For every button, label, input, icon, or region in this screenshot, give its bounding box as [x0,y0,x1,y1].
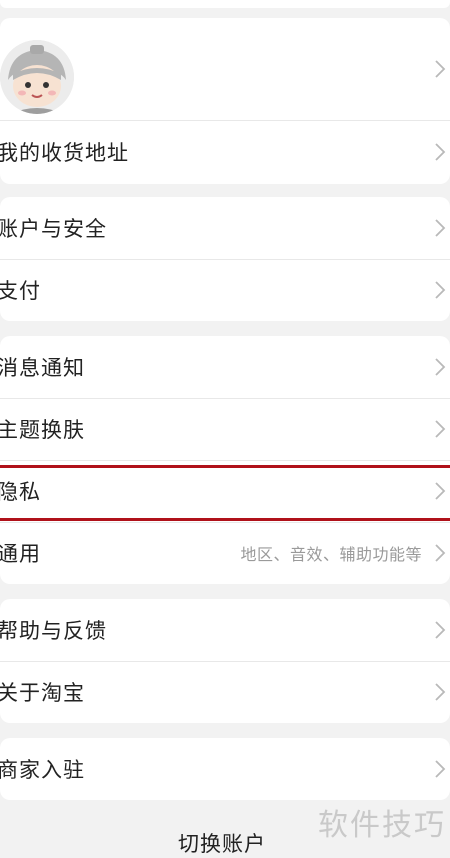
chevron-right-icon [435,621,446,639]
chevron-right-icon [435,544,446,562]
merchant-card: 商家入驻 [0,738,450,800]
chevron-right-icon [435,143,446,161]
menu-item-merchant[interactable]: 商家入驻 [0,738,450,800]
menu-item-label: 隐私 [0,480,41,504]
account-card: 账户与安全 支付 [0,197,450,321]
avatar-face-icon [0,40,74,114]
menu-item-label: 商家入驻 [0,758,85,782]
settings-card: 消息通知 主题换肤 隐私 通用 地区、音效、辅助功能等 [0,336,450,584]
chevron-right-icon [435,420,446,438]
chevron-right-icon [435,60,446,78]
menu-item-help[interactable]: 帮助与反馈 [0,599,450,661]
profile-row[interactable] [0,18,450,120]
chevron-right-icon [435,683,446,701]
menu-item-account-security[interactable]: 账户与安全 [0,197,450,259]
menu-item-label: 帮助与反馈 [0,619,107,643]
menu-item-label: 消息通知 [0,356,85,380]
menu-item-label: 支付 [0,279,41,303]
chevron-right-icon [435,219,446,237]
menu-item-general[interactable]: 通用 地区、音效、辅助功能等 [0,522,450,584]
menu-item-label: 主题换肤 [0,418,85,442]
chevron-right-icon [435,760,446,778]
menu-item-label: 通用 [0,542,41,566]
chevron-right-icon [435,482,446,500]
menu-item-payment[interactable]: 支付 [0,259,450,321]
avatar[interactable] [0,40,74,114]
menu-item-description: 地区、音效、辅助功能等 [240,545,422,564]
profile-card: 我的收货地址 [0,18,450,184]
watermark: 软件技巧 [318,808,446,843]
menu-item-notifications[interactable]: 消息通知 [0,336,450,398]
menu-item-label: 我的收货地址 [0,141,129,165]
menu-item-privacy[interactable]: 隐私 [0,460,450,522]
help-card: 帮助与反馈 关于淘宝 [0,599,450,723]
chevron-right-icon [435,358,446,376]
menu-item-label: 关于淘宝 [0,681,85,705]
chevron-right-icon [435,281,446,299]
menu-item-about[interactable]: 关于淘宝 [0,661,450,723]
menu-item-label: 账户与安全 [0,217,107,241]
menu-item-address[interactable]: 我的收货地址 [0,121,450,183]
menu-item-theme[interactable]: 主题换肤 [0,398,450,460]
previous-card-edge [0,0,450,8]
top-strip [0,0,450,18]
